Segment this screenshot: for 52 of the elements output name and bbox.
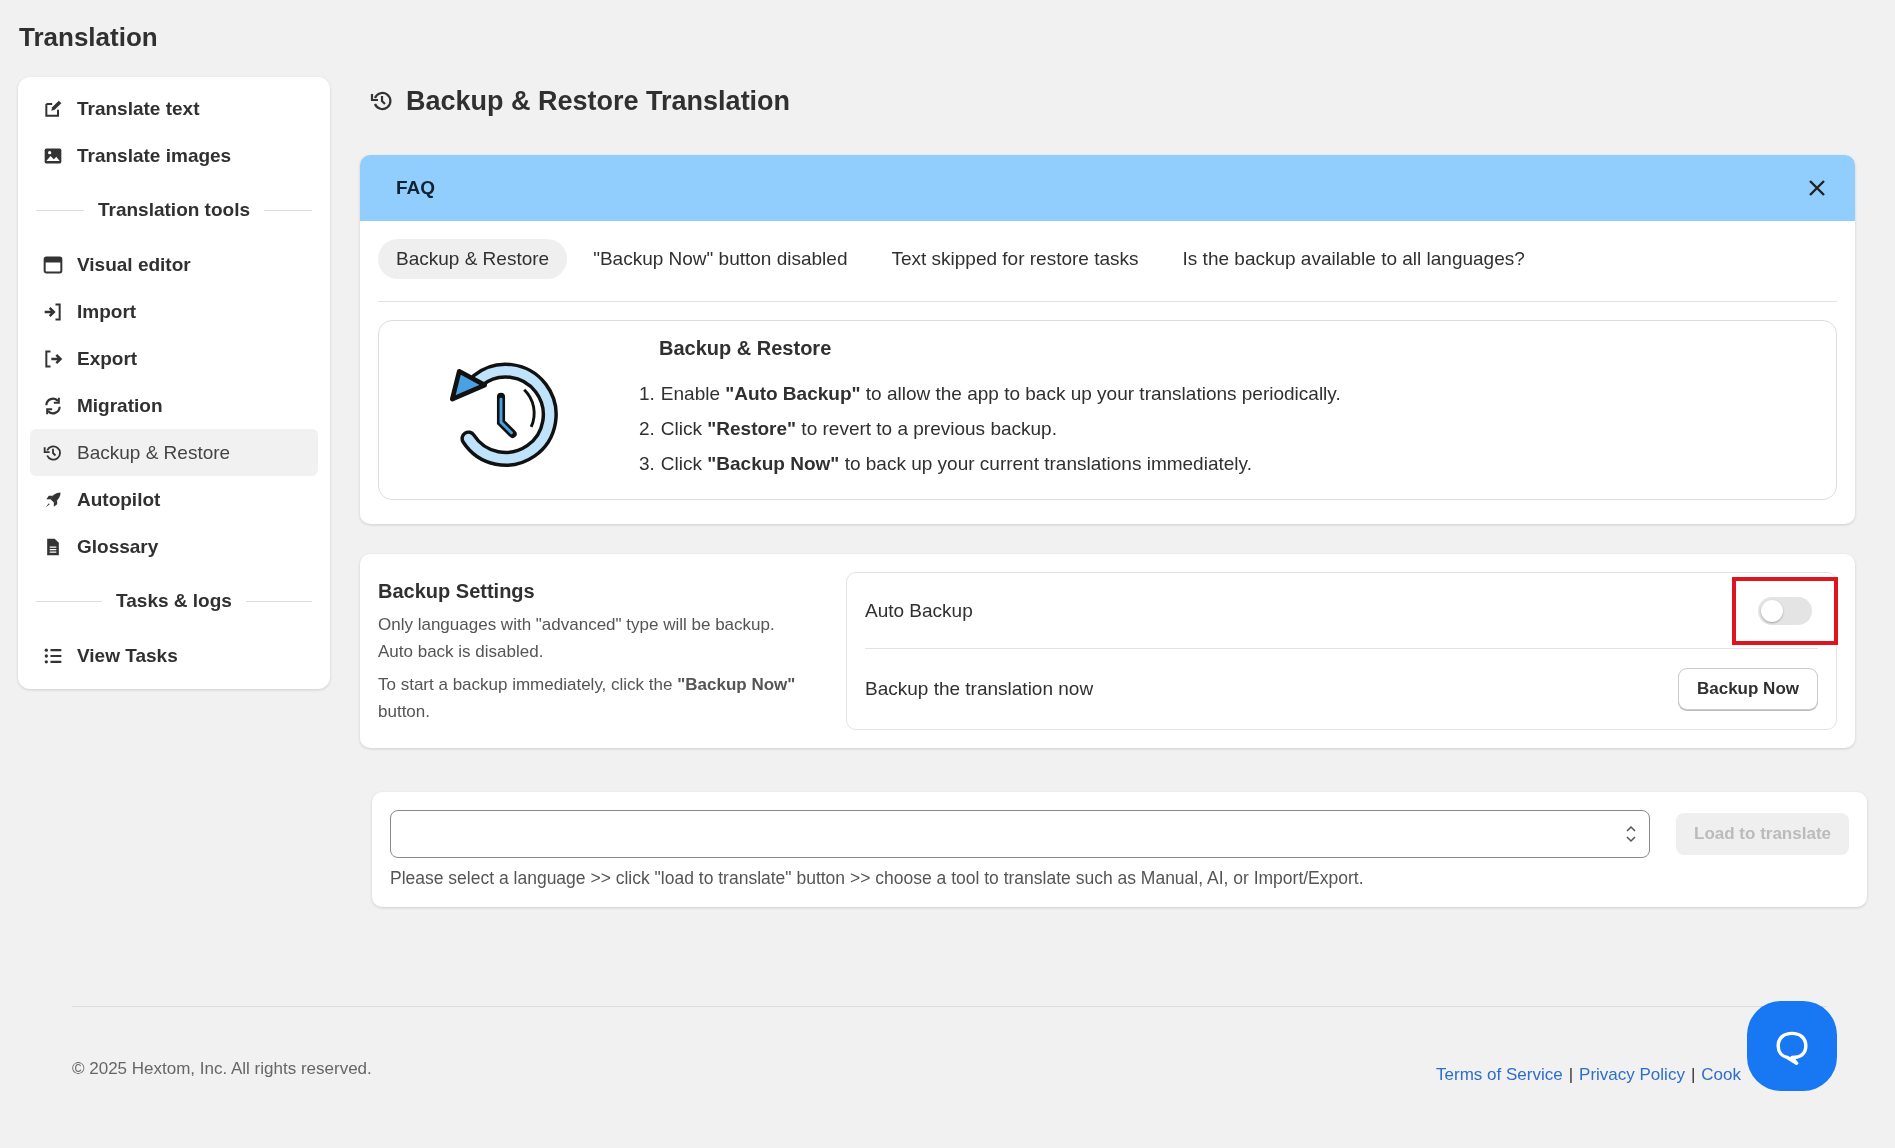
chat-button[interactable] [1747, 1001, 1837, 1091]
sidebar-item[interactable]: Translate images [30, 132, 318, 179]
faq-title: FAQ [396, 177, 436, 199]
page-title: Translation [19, 22, 159, 53]
sidebar-item[interactable]: Visual editor [30, 241, 318, 288]
step-text: Click "Backup Now" to back up your current translations immediately. [660, 452, 1252, 476]
sidebar-item[interactable]: Autopilot [30, 476, 318, 523]
settings-description: Auto back is disabled. [378, 641, 545, 663]
footer-link[interactable]: Terms of Service [1436, 1065, 1563, 1085]
close-icon[interactable] [1807, 178, 1827, 198]
settings-note: To start a backup immediately, click the "Backup Now" button. [378, 674, 797, 723]
link-separator: | [1690, 1065, 1696, 1085]
faq-content-title: Backup & Restore [659, 337, 833, 360]
menu-item-icon [43, 348, 63, 369]
step-number: 2. [639, 417, 655, 441]
chevron-updown-icon [1625, 824, 1638, 844]
page-heading: Backup & Restore Translation [406, 85, 791, 117]
setting-label: Backup the translation now [865, 678, 1094, 700]
language-select[interactable] [390, 810, 1651, 858]
hint-text: Please select a language >> click "load to translate" button >> choose a tool to translate such as Manual, AI, or Import/Export. [390, 868, 1365, 889]
copyright-text: © 2025 Hextom, Inc. All rights reserved. [72, 1059, 372, 1079]
faq-tab[interactable]: Text skipped for restore tasks [873, 239, 1157, 279]
step-number: 1. [639, 382, 655, 406]
faq-tab[interactable]: Backup & Restore [378, 239, 568, 279]
menu-item-icon [43, 301, 63, 322]
settings-title: Backup Settings [378, 580, 536, 603]
sidebar-item[interactable]: View Tasks [30, 632, 318, 679]
footer-link[interactable]: Cook [1701, 1065, 1741, 1085]
sidebar-item[interactable]: Glossary [30, 523, 318, 570]
backup-now-button[interactable]: Backup Now [1677, 668, 1818, 710]
step-text: Enable "Auto Backup" to allow the app to back up your translations periodically. [660, 382, 1341, 406]
menu-item-icon [43, 442, 63, 463]
sidebar-item[interactable]: Translate text [30, 85, 318, 132]
sidebar-item[interactable]: Import [30, 288, 318, 335]
menu-item-icon [43, 254, 63, 275]
step-number: 3. [639, 452, 655, 476]
faq-tab[interactable]: "Backup Now" button disabled [575, 239, 866, 279]
menu-item-icon [43, 395, 63, 416]
section-heading: Translation tools [98, 199, 250, 221]
footer-link[interactable]: Privacy Policy [1579, 1065, 1685, 1085]
toggle-switch[interactable] [1758, 596, 1812, 625]
step-text: Click "Restore" to revert to a previous backup. [660, 417, 1057, 441]
sidebar-item[interactable]: Backup & Restore [30, 429, 318, 476]
history-icon [370, 89, 394, 113]
section-heading: Tasks & logs [116, 590, 232, 612]
setting-label: Auto Backup [865, 599, 973, 622]
faq-tab[interactable]: Is the backup available to all languages? [1164, 239, 1543, 279]
link-separator: | [1568, 1065, 1574, 1085]
settings-description: Only languages with "advanced" type will be backup. [378, 614, 776, 636]
sidebar-item[interactable]: Migration [30, 382, 318, 429]
sidebar-item[interactable]: Export [30, 335, 318, 382]
menu-item-icon [43, 98, 63, 119]
